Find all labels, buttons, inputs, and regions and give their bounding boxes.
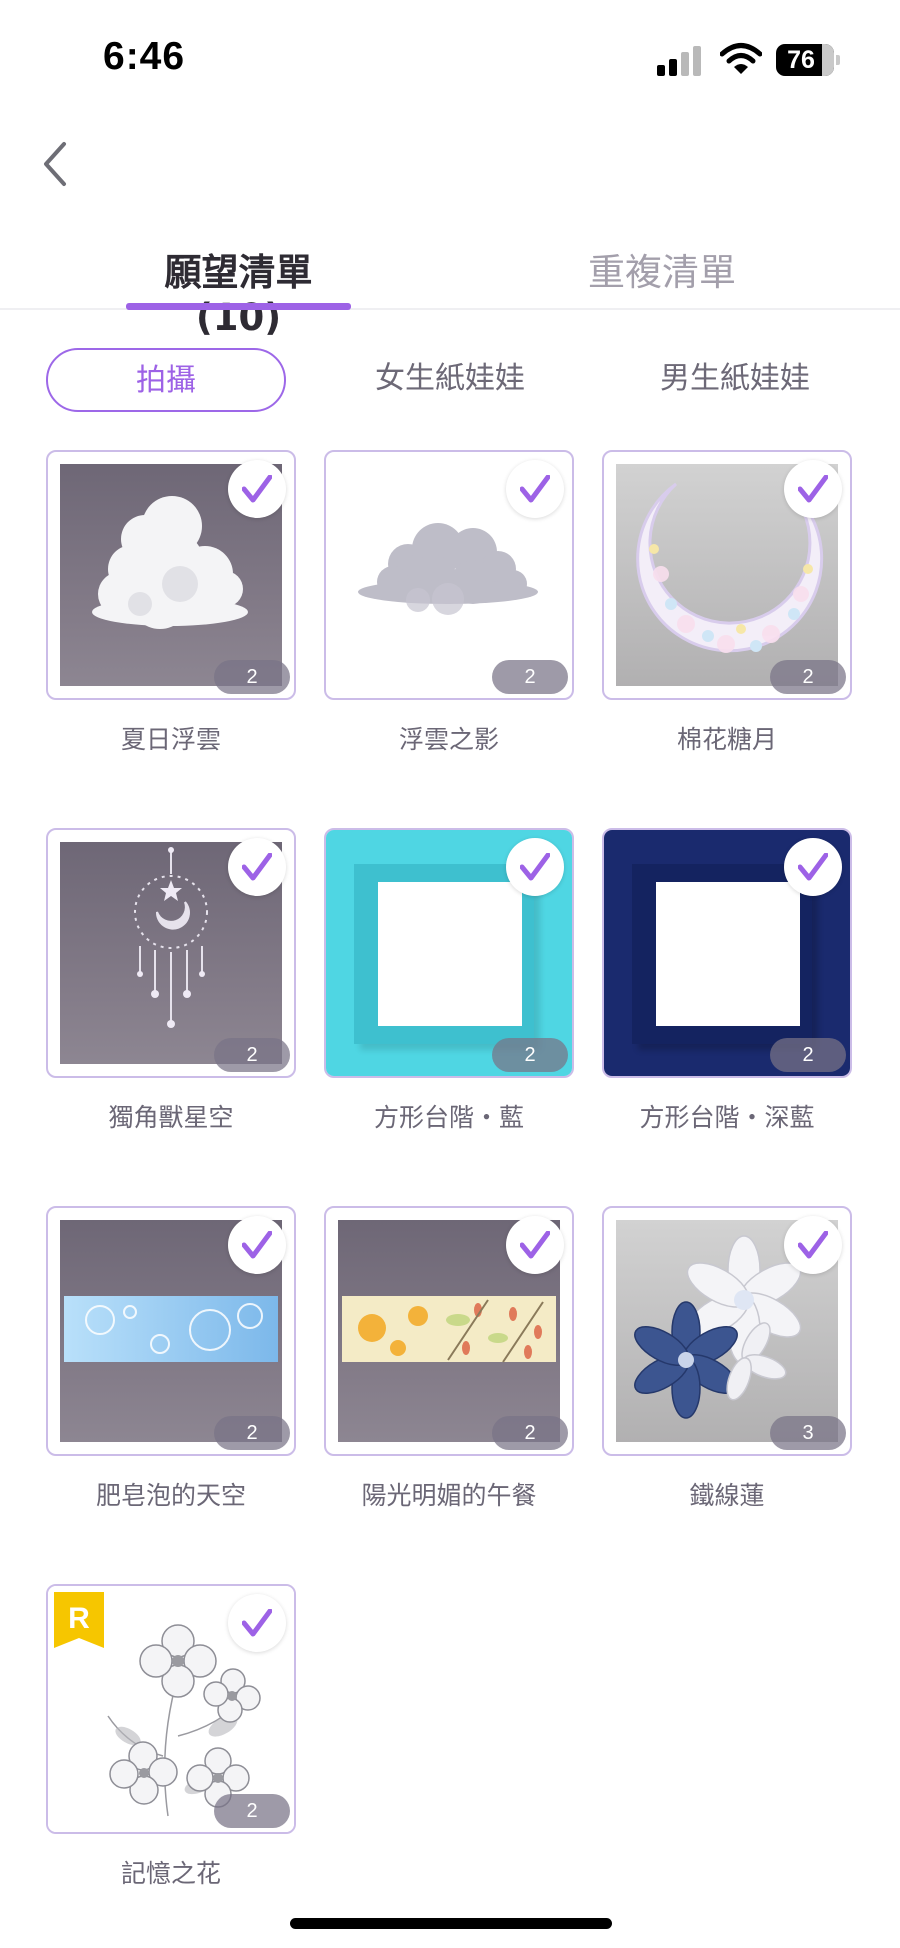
category-filters: 拍攝 女生紙娃娃 男生紙娃娃	[0, 348, 900, 413]
wishlist-item: R 2 記憶之花	[46, 1584, 296, 1914]
checkmark-toggle[interactable]	[506, 1216, 564, 1274]
filter-male-doll[interactable]: 男生紙娃娃	[620, 348, 850, 412]
item-card[interactable]: 2	[324, 828, 574, 1078]
check-icon	[242, 475, 272, 503]
item-card[interactable]: R 2	[46, 1584, 296, 1834]
item-name: 方形台階・深藍	[639, 1103, 815, 1132]
item-name: 獨角獸星空	[108, 1103, 234, 1132]
active-tab-indicator	[126, 303, 351, 310]
item-name: 方形台階・藍	[373, 1103, 524, 1132]
wifi-icon	[719, 42, 763, 76]
check-icon	[520, 475, 550, 503]
rarity-r-badge-icon: R	[54, 1592, 110, 1652]
checkmark-toggle[interactable]	[784, 1216, 842, 1274]
item-card[interactable]: 2	[602, 828, 852, 1078]
battery-icon: 76	[776, 44, 840, 76]
item-count-badge: 3	[770, 1416, 846, 1450]
checkmark-toggle[interactable]	[228, 1594, 286, 1652]
item-card[interactable]: 2	[324, 1206, 574, 1456]
check-icon	[798, 475, 828, 503]
wishlist-item: 2 獨角獸星空	[46, 828, 296, 1158]
tab-bar: 願望清單 (10) 重複清單	[0, 220, 900, 339]
checkmark-toggle[interactable]	[228, 1216, 286, 1274]
wishlist-item: 2 方形台階・深藍	[602, 828, 852, 1158]
item-name: 夏日浮雲	[120, 725, 221, 754]
wishlist-item: 2 棉花糖月	[602, 450, 852, 780]
wishlist-item: 2 陽光明媚的午餐	[324, 1206, 574, 1536]
item-name: 記憶之花	[120, 1859, 221, 1888]
check-icon	[798, 1231, 828, 1259]
check-icon	[520, 1231, 550, 1259]
item-name: 浮雲之影	[398, 725, 499, 754]
checkmark-toggle[interactable]	[228, 838, 286, 896]
battery-level: 76	[787, 46, 815, 74]
item-count-badge: 2	[770, 660, 846, 694]
item-count-badge: 2	[770, 1038, 846, 1072]
checkmark-toggle[interactable]	[784, 460, 842, 518]
item-card[interactable]: 2	[602, 450, 852, 700]
item-card[interactable]: 2	[46, 1206, 296, 1456]
wishlist-item: 2 夏日浮雲	[46, 450, 296, 780]
check-icon	[242, 853, 272, 881]
checkmark-toggle[interactable]	[228, 460, 286, 518]
item-count-badge: 2	[214, 1416, 290, 1450]
wishlist-item: 2 浮雲之影	[324, 450, 574, 780]
item-count-badge: 2	[492, 660, 568, 694]
check-icon	[798, 853, 828, 881]
item-name: 陽光明媚的午餐	[361, 1481, 537, 1510]
item-card[interactable]: 3	[602, 1206, 852, 1456]
chevron-left-icon	[44, 142, 66, 186]
item-name: 肥皂泡的天空	[95, 1481, 246, 1510]
checkmark-toggle[interactable]	[506, 838, 564, 896]
home-indicator[interactable]	[290, 1918, 612, 1929]
wishlist-item: 2 肥皂泡的天空	[46, 1206, 296, 1536]
item-count-badge: 2	[214, 660, 290, 694]
item-count-badge: 2	[214, 1794, 290, 1828]
status-time: 6:46	[103, 35, 186, 78]
item-count-badge: 2	[214, 1038, 290, 1072]
item-name: 鐵線蓮	[689, 1481, 765, 1510]
filter-photo[interactable]: 拍攝	[46, 348, 286, 412]
item-card[interactable]: 2	[324, 450, 574, 700]
tab-wishlist[interactable]: 願望清單 (10)	[126, 242, 351, 339]
checkmark-toggle[interactable]	[506, 460, 564, 518]
filter-female-doll[interactable]: 女生紙娃娃	[340, 348, 560, 412]
check-icon	[242, 1231, 272, 1259]
rarity-letter: R	[68, 1602, 90, 1635]
status-bar: 6:46 76	[0, 0, 900, 120]
item-name: 棉花糖月	[676, 725, 777, 754]
check-icon	[242, 1609, 272, 1637]
item-count-badge: 2	[492, 1416, 568, 1450]
cellular-signal-icon	[657, 44, 703, 76]
tab-duplicates[interactable]: 重複清單	[588, 242, 736, 302]
back-button[interactable]	[38, 138, 78, 188]
item-count-badge: 2	[492, 1038, 568, 1072]
item-card[interactable]: 2	[46, 450, 296, 700]
wishlist-item: 3 鐵線蓮	[602, 1206, 852, 1536]
check-icon	[520, 853, 550, 881]
checkmark-toggle[interactable]	[784, 838, 842, 896]
item-card[interactable]: 2	[46, 828, 296, 1078]
wishlist-item: 2 方形台階・藍	[324, 828, 574, 1158]
